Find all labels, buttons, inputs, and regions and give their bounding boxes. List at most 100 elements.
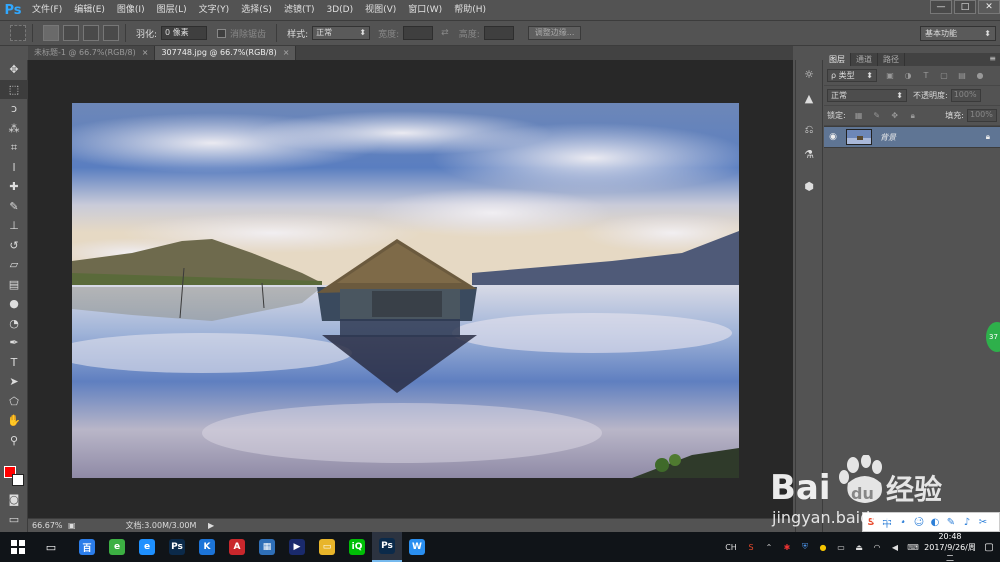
shield-tray-icon[interactable]: ⛨ [798, 540, 812, 554]
clock[interactable]: 20:48 2017/9/26/周二 [922, 531, 978, 562]
pen-input-icon[interactable]: ✎ [943, 514, 959, 530]
taskbar-app[interactable]: A [222, 532, 252, 562]
type-tool-icon[interactable]: T [0, 353, 28, 373]
menu-item[interactable]: 窗口(W) [402, 0, 448, 20]
dodge-tool-icon[interactable]: ◔ [0, 314, 28, 334]
taskbar-app[interactable]: iQ [342, 532, 372, 562]
lasso-tool-icon[interactable]: ↄ [0, 99, 28, 119]
hand-tool-icon[interactable]: ✋ [0, 411, 28, 431]
menu-item[interactable]: 帮助(H) [448, 0, 492, 20]
layer-row[interactable]: ◉ 背景 🔒︎ [824, 126, 1000, 148]
path-select-tool-icon[interactable]: ➤ [0, 372, 28, 392]
kind-filter-select[interactable]: ρ 类型 ⬍ [827, 69, 877, 82]
menu-item[interactable]: 选择(S) [235, 0, 278, 20]
lock-all-icon[interactable]: 🔒︎ [908, 111, 918, 121]
gradient-tool-icon[interactable]: ▤ [0, 275, 28, 295]
eraser-tool-icon[interactable]: ▱ [0, 255, 28, 275]
maximize-button[interactable]: □ [954, 0, 976, 14]
height-input[interactable] [483, 26, 514, 40]
minimize-button[interactable]: — [930, 0, 952, 14]
input-language-icon[interactable]: CH [722, 540, 740, 554]
blur-tool-icon[interactable]: ● [0, 294, 28, 314]
add-selection-icon[interactable] [63, 25, 79, 41]
menu-item[interactable]: 图层(L) [151, 0, 193, 20]
panel-tab[interactable]: 通道 [851, 53, 878, 66]
taskbar-app[interactable]: Ps [372, 532, 402, 562]
crop-tool-icon[interactable]: ⌗ [0, 138, 28, 158]
emoji-icon[interactable]: ☺ [911, 514, 927, 530]
new-selection-icon[interactable] [43, 25, 59, 41]
usb-icon[interactable]: ⏏ [852, 540, 866, 554]
workspace-select[interactable]: 基本功能 ⬍ [920, 26, 996, 41]
menu-item[interactable]: 文字(Y) [193, 0, 236, 20]
quick-mask-icon[interactable]: ◙ [0, 490, 28, 510]
keyboard-icon[interactable]: ⌨ [906, 540, 920, 554]
punctuation-icon[interactable]: • [895, 514, 911, 530]
adjustment-filter-icon[interactable]: ◑ [903, 71, 913, 81]
shape-filter-icon[interactable]: ▢ [939, 71, 949, 81]
start-button[interactable] [0, 532, 36, 562]
menu-item[interactable]: 编辑(E) [68, 0, 111, 20]
filter-toggle-icon[interactable]: ● [975, 71, 985, 81]
red-app-tray-icon[interactable]: ✱ [780, 540, 794, 554]
battery-icon[interactable]: ▭ [834, 540, 848, 554]
background-color-swatch[interactable] [12, 474, 24, 486]
skin-icon[interactable]: ◐ [927, 514, 943, 530]
close-tab-icon[interactable]: × [283, 46, 290, 60]
3d-icon[interactable]: ⬢ [796, 176, 822, 196]
brush-tool-icon[interactable]: ✎ [0, 197, 28, 217]
history-brush-tool-icon[interactable]: ↺ [0, 236, 28, 256]
antialias-checkbox[interactable] [217, 28, 227, 38]
visibility-eye-icon[interactable]: ◉ [824, 132, 842, 142]
screen-mode-icon[interactable]: ▭ [0, 510, 28, 530]
panel-tab[interactable]: 路径 [878, 53, 905, 66]
taskbar-app[interactable]: K [192, 532, 222, 562]
panel-tab[interactable]: 图层 [824, 53, 851, 66]
subtract-selection-icon[interactable] [83, 25, 99, 41]
clone-stamp-tool-icon[interactable]: ⊥ [0, 216, 28, 236]
document-tab[interactable]: 未标题-1 @ 66.7%(RGB/8) × [28, 46, 156, 60]
lock-transparent-icon[interactable]: ▦ [854, 111, 864, 121]
taskbar-app[interactable]: W [402, 532, 432, 562]
tools-icon[interactable]: ✂ [975, 514, 991, 530]
menu-item[interactable]: 图像(I) [111, 0, 151, 20]
smart-object-filter-icon[interactable]: ▤ [957, 71, 967, 81]
width-input[interactable] [403, 26, 434, 40]
opacity-input[interactable]: 100% [950, 89, 981, 102]
document-tab[interactable]: 307748.jpg @ 66.7%(RGB/8) × [155, 46, 297, 60]
chinese-mode-icon[interactable]: 中 [879, 514, 895, 530]
panel-menu-icon[interactable]: ≡ [989, 54, 996, 63]
show-hidden-icons-icon[interactable]: ⌃ [762, 540, 776, 554]
menu-item[interactable]: 3D(D) [320, 0, 359, 20]
blend-mode-select[interactable]: 正常 ⬍ [827, 89, 907, 102]
security-tray-icon[interactable]: ● [816, 540, 830, 554]
sogou-tray-icon[interactable]: S [744, 540, 758, 554]
adjustments-icon[interactable]: ☼ [796, 64, 822, 84]
close-tab-icon[interactable]: × [142, 46, 149, 60]
lock-pixels-icon[interactable]: ✎ [872, 111, 882, 121]
notification-center-icon[interactable]: ▢ [978, 532, 1000, 562]
lock-position-icon[interactable]: ✥ [890, 111, 900, 121]
voice-icon[interactable]: ♪ [959, 514, 975, 530]
taskbar-app[interactable]: ▶ [282, 532, 312, 562]
taskbar-app[interactable]: ▦ [252, 532, 282, 562]
pen-tool-icon[interactable]: ✒ [0, 333, 28, 353]
zoom-field[interactable]: 66.67% [28, 521, 64, 530]
shape-tool-icon[interactable]: ⬠ [0, 392, 28, 412]
type-filter-icon[interactable]: T [921, 71, 931, 81]
move-tool-icon[interactable]: ✥ [0, 60, 28, 80]
histogram-icon[interactable]: ▲ [796, 88, 822, 108]
zoom-tool-icon[interactable]: ⚲ [0, 431, 28, 451]
taskbar-app[interactable]: 百 [72, 532, 102, 562]
history-icon[interactable]: ⎌ [796, 120, 822, 140]
document-image[interactable] [72, 103, 739, 478]
fill-input[interactable]: 100% [967, 109, 997, 122]
marquee-preset-icon[interactable] [10, 25, 26, 41]
sogou-icon[interactable]: S [863, 514, 879, 530]
intersect-selection-icon[interactable] [103, 25, 119, 41]
share-icon[interactable]: ▣ [68, 521, 76, 530]
close-button[interactable]: ✕ [978, 0, 1000, 14]
taskbar-app[interactable]: e [132, 532, 162, 562]
canvas-area[interactable] [28, 60, 793, 518]
menu-item[interactable]: 文件(F) [26, 0, 68, 20]
